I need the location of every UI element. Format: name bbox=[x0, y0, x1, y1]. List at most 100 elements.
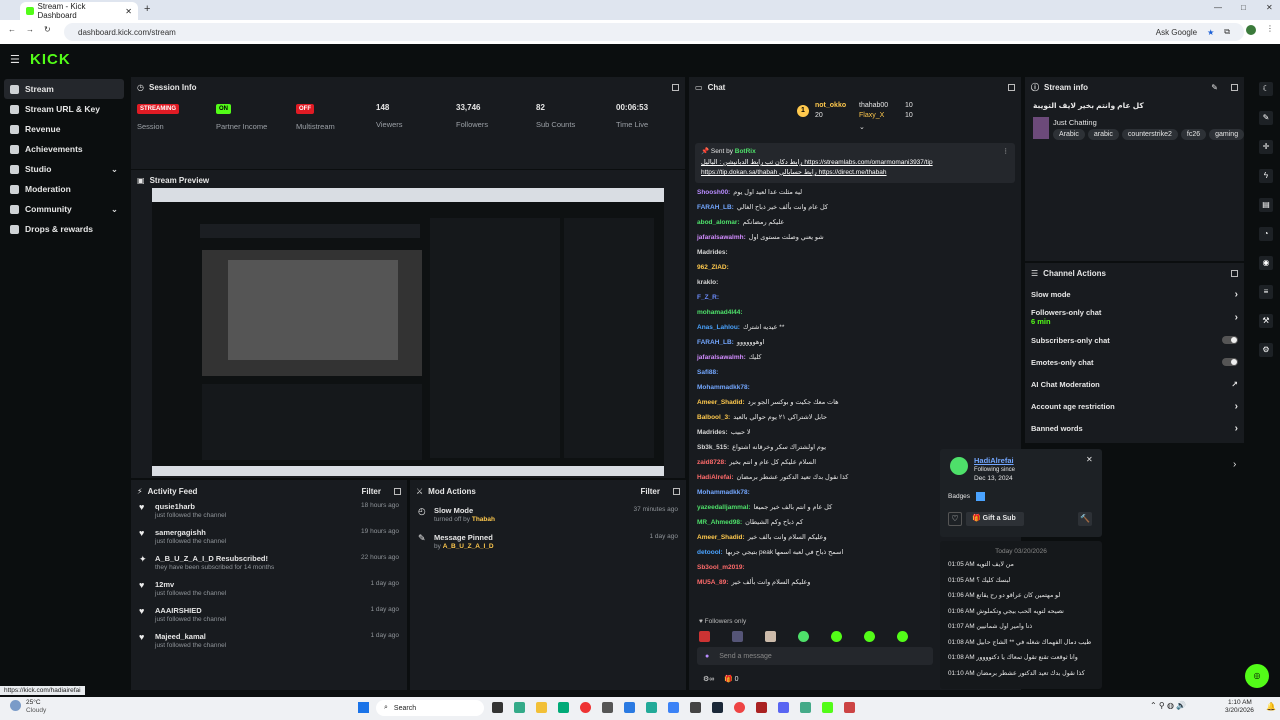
profile-avatar[interactable] bbox=[1246, 25, 1256, 35]
expand-icon[interactable] bbox=[672, 83, 679, 91]
emote-icon[interactable] bbox=[798, 631, 809, 642]
opera-icon[interactable] bbox=[580, 702, 591, 713]
back-icon[interactable]: ← bbox=[8, 25, 16, 34]
weather-icon[interactable] bbox=[10, 700, 21, 711]
folder-icon[interactable] bbox=[536, 702, 547, 713]
more-icon[interactable]: ⋮ bbox=[1003, 147, 1010, 155]
heart-icon[interactable]: ♡ bbox=[948, 512, 962, 526]
edit-icon[interactable]: ✎ bbox=[1211, 83, 1218, 92]
app-icon[interactable] bbox=[514, 702, 525, 713]
crosshair-icon[interactable]: ✛ bbox=[1259, 140, 1273, 154]
sidebar-item-moderation[interactable]: Moderation bbox=[4, 179, 124, 199]
sidebar-item-drops-rewards[interactable]: Drops & rewards bbox=[4, 219, 124, 239]
chat-fab-button[interactable]: ◎ bbox=[1245, 664, 1269, 688]
chat-message[interactable]: Anas_Lahlou: عيديه اشترك ** bbox=[689, 320, 1021, 335]
sidebar-item-achievements[interactable]: Achievements bbox=[4, 139, 124, 159]
close-window-icon[interactable]: ✕ bbox=[1266, 3, 1273, 12]
app-icon[interactable] bbox=[492, 702, 503, 713]
broadcast-icon[interactable]: ◉ bbox=[1259, 256, 1273, 270]
expand-icon[interactable] bbox=[1231, 83, 1238, 91]
minimize-icon[interactable]: — bbox=[1214, 3, 1222, 12]
app-icon[interactable] bbox=[800, 702, 811, 713]
mod-tools-icon[interactable]: 🔨 bbox=[1078, 512, 1092, 526]
address-bar[interactable]: dashboard.kick.com/stream Ask Google ★ ⧉ bbox=[64, 23, 1244, 41]
windows-start-icon[interactable] bbox=[358, 702, 369, 713]
mic-icon[interactable]: ● bbox=[705, 653, 709, 660]
taskbar-search[interactable]: ⌕ Search bbox=[376, 700, 484, 716]
chat-message[interactable]: jafaralsawalmh: كليك bbox=[689, 350, 1021, 365]
hamburger-menu-icon[interactable]: ☰ bbox=[10, 53, 20, 66]
document-icon[interactable]: ▤ bbox=[1259, 198, 1273, 212]
chat-message[interactable]: mohamad4l44: bbox=[689, 305, 1021, 320]
gift-icon[interactable]: 🎁 bbox=[724, 676, 733, 683]
chat-message[interactable]: kraklo: bbox=[689, 275, 1021, 290]
kick-logo[interactable]: KICK bbox=[30, 51, 71, 68]
emotes-only-toggle[interactable] bbox=[1222, 358, 1238, 366]
discord-icon[interactable] bbox=[778, 702, 789, 713]
emote-icon[interactable] bbox=[699, 631, 710, 642]
sidebar-item-community[interactable]: Community ⌄ bbox=[4, 199, 124, 219]
followers-only-row[interactable]: Followers-only chat 6 min › bbox=[1025, 305, 1244, 329]
username-link[interactable]: HadiAlrefai bbox=[974, 456, 1014, 465]
settings-icon[interactable]: ⚙ bbox=[1259, 343, 1273, 357]
lightning-icon[interactable]: ϟ bbox=[1259, 169, 1273, 183]
new-tab-icon[interactable]: + bbox=[144, 3, 150, 15]
emote-icon[interactable] bbox=[765, 631, 776, 642]
ask-google-button[interactable]: Ask Google bbox=[1156, 28, 1197, 37]
emote-icon[interactable] bbox=[831, 631, 842, 642]
calculator-icon[interactable] bbox=[668, 702, 679, 713]
chat-message[interactable]: Balbool_3: حابل لاشتراكي ٢١ يوم حوالي بال… bbox=[689, 410, 1021, 425]
chat-message[interactable]: FARAH_LB: اوهوووووو bbox=[689, 335, 1021, 350]
chat-message[interactable]: Shoosh00: ليه مثلت عدا لعيد اول يوم bbox=[689, 185, 1021, 200]
app-icon[interactable] bbox=[646, 702, 657, 713]
maximize-icon[interactable]: □ bbox=[1241, 3, 1246, 12]
pencil-icon[interactable]: ✎ bbox=[1259, 111, 1273, 125]
app-icon[interactable] bbox=[602, 702, 613, 713]
subscribers-only-toggle[interactable] bbox=[1222, 336, 1238, 344]
app-icon[interactable] bbox=[844, 702, 855, 713]
bookmark-star-icon[interactable]: ★ bbox=[1207, 28, 1214, 37]
app-icon[interactable] bbox=[624, 702, 635, 713]
chat-message[interactable]: 962_ZIAD: bbox=[689, 260, 1021, 275]
chat-message[interactable]: FARAH_LB: كل عام وانت بألف خير ذباح الغال… bbox=[689, 200, 1021, 215]
account-age-row[interactable]: Account age restriction › bbox=[1025, 395, 1244, 417]
slow-mode-row[interactable]: Slow mode › bbox=[1025, 283, 1244, 305]
forward-icon[interactable]: → bbox=[26, 25, 34, 34]
browser-menu-icon[interactable]: ⋮ bbox=[1266, 24, 1274, 33]
wrench-icon[interactable]: ⚒ bbox=[1259, 314, 1273, 328]
expand-icon[interactable] bbox=[1008, 83, 1015, 91]
chevron-down-icon[interactable]: ⌄ bbox=[859, 123, 865, 131]
list-icon[interactable]: ≡ bbox=[1259, 285, 1273, 299]
chat-message[interactable]: Ameer_Shadid: هات معك جكيت و بوكسر الجو ب… bbox=[689, 395, 1021, 410]
sidebar-item-revenue[interactable]: Revenue bbox=[4, 119, 124, 139]
settings-icon[interactable]: ⚙∞ bbox=[703, 676, 714, 683]
emote-icon[interactable] bbox=[897, 631, 908, 642]
notification-icon[interactable]: 🔔 bbox=[1266, 702, 1276, 711]
browser-tab[interactable]: Stream - Kick Dashboard ✕ bbox=[20, 2, 138, 20]
chat-message[interactable]: F_Z_R: bbox=[689, 290, 1021, 305]
app-icon[interactable] bbox=[558, 702, 569, 713]
steam-icon[interactable] bbox=[712, 702, 723, 713]
ai-chat-moderation-row[interactable]: AI Chat Moderation ↗ bbox=[1025, 373, 1244, 395]
kick-icon[interactable] bbox=[822, 702, 833, 713]
chrome-icon[interactable] bbox=[734, 702, 745, 713]
sidebar-item-stream[interactable]: Stream bbox=[4, 79, 124, 99]
sidebar-item-studio[interactable]: Studio ⌄ bbox=[4, 159, 124, 179]
gift-a-sub-button[interactable]: 🎁 Gift a Sub bbox=[966, 512, 1024, 526]
chat-message[interactable]: abod_alomar: عليكم رمضانكم bbox=[689, 215, 1021, 230]
moon-icon[interactable]: ☾ bbox=[1259, 82, 1273, 96]
reload-icon[interactable]: ↻ bbox=[44, 25, 51, 34]
chat-message[interactable]: Mohammadkk78: bbox=[689, 380, 1021, 395]
filter-button[interactable]: Filter bbox=[640, 487, 660, 496]
emote-icon[interactable] bbox=[732, 631, 743, 642]
app-icon[interactable] bbox=[756, 702, 767, 713]
category-name[interactable]: Just Chatting bbox=[1053, 118, 1097, 127]
chat-message[interactable]: Safi88: bbox=[689, 365, 1021, 380]
close-icon[interactable]: ✕ bbox=[1086, 455, 1093, 464]
stream-preview-video[interactable] bbox=[152, 188, 664, 476]
filter-button[interactable]: Filter bbox=[361, 487, 381, 496]
chat-message[interactable]: Madrides: bbox=[689, 245, 1021, 260]
chat-bubble-icon[interactable]: ◔ bbox=[1259, 227, 1273, 241]
banned-words-row[interactable]: Banned words › bbox=[1025, 417, 1244, 439]
chat-message[interactable]: Madrides: لا حبيب bbox=[689, 425, 1021, 440]
